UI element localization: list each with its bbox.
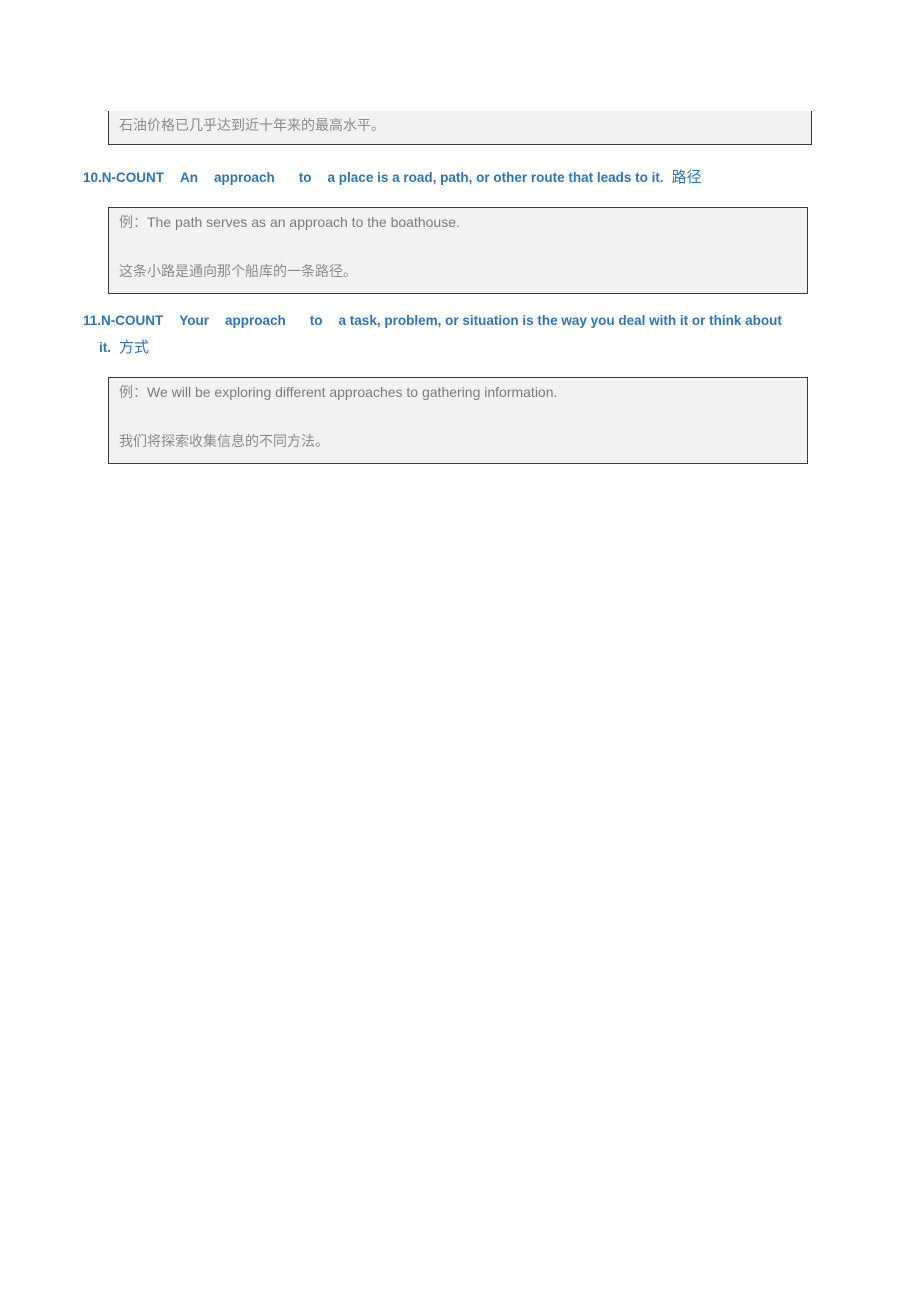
example-box-partial: 石油价格已几乎达到近十年来的最高水平。	[108, 111, 812, 145]
example-box-10: 例：The path serves as an approach to the …	[108, 207, 808, 294]
entry-number: 10.	[83, 170, 102, 185]
example-english: The path serves as an approach to the bo…	[147, 214, 460, 230]
example-english: We will be exploring different approache…	[147, 384, 558, 400]
part-of-speech: N-COUNT	[101, 313, 164, 328]
def-text: a task, problem, or situation is the way…	[338, 313, 782, 328]
definition-11: 11.N-COUNT Your approach to a task, problem,…	[83, 313, 782, 328]
example-label: 例：	[119, 215, 147, 231]
definition-11-continuation: it. 方式	[99, 336, 149, 357]
example-chinese: 这条小路是通向那个船库的一条路径。	[119, 264, 357, 280]
example-english-line: 例：We will be exploring different approac…	[119, 382, 557, 402]
translation: 方式	[119, 338, 150, 356]
example-english-line: 例：The path serves as an approach to the …	[119, 212, 460, 232]
def-text: a place is a road, path, or other route …	[327, 170, 664, 185]
def-word: to	[309, 313, 323, 328]
entry-number: 11.	[83, 313, 102, 328]
translation: 路径	[671, 168, 702, 186]
def-text: it.	[99, 340, 111, 355]
example-label: 例：	[119, 385, 147, 401]
headword: approach	[225, 313, 286, 328]
def-word: Your	[179, 313, 210, 328]
headword: approach	[214, 170, 275, 185]
example-box-11: 例：We will be exploring different approac…	[108, 377, 808, 464]
part-of-speech: N-COUNT	[101, 170, 165, 185]
definition-10: 10.N-COUNT An approach to a place is a road,…	[83, 166, 702, 187]
def-word: to	[298, 170, 312, 185]
example-chinese: 石油价格已几乎达到近十年来的最高水平。	[119, 118, 385, 134]
example-chinese: 我们将探索收集信息的不同方法。	[119, 434, 329, 450]
def-word: An	[180, 170, 199, 185]
